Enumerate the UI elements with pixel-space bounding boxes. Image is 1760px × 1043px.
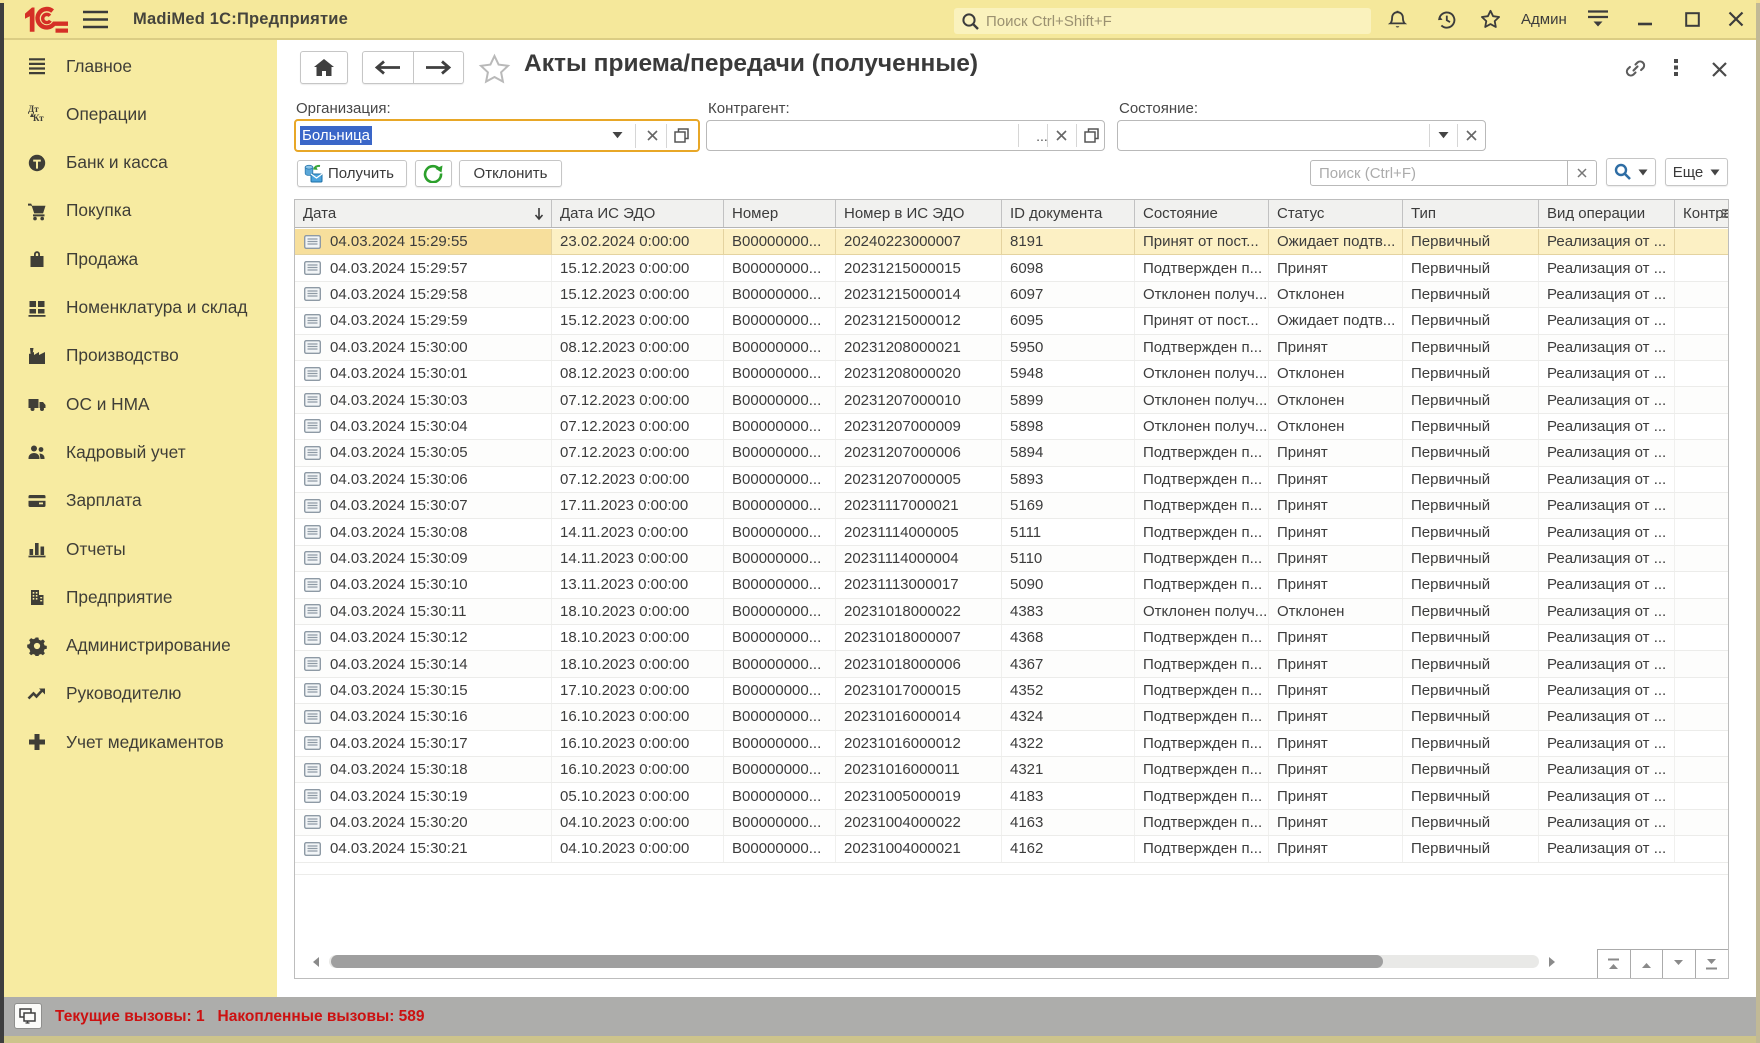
svg-text:Кт: Кт — [33, 113, 44, 123]
